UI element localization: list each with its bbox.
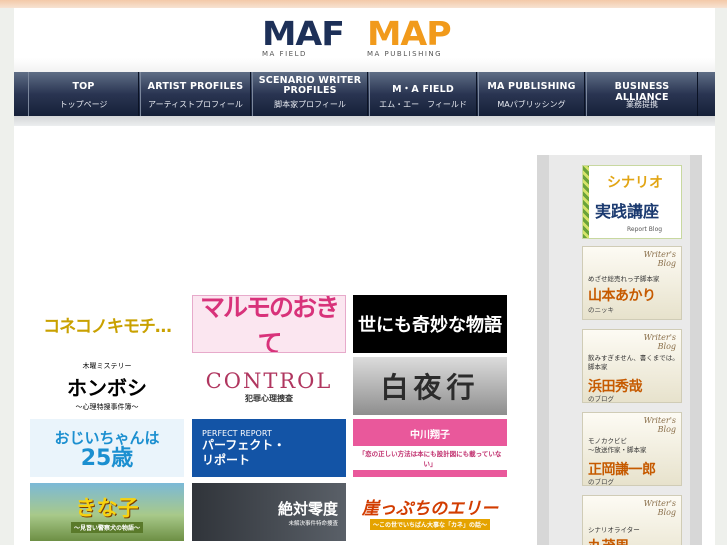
nav-artist-profiles-sublabel: アーティストプロフィール xyxy=(148,100,243,109)
blog-banner-marumo[interactable]: Writer'sBlog シナリオライター 丸茂周 xyxy=(582,495,682,545)
scenario-course-banner[interactable]: シナリオ 実践講座 Report Blog xyxy=(582,165,682,239)
blog-author-name: 山本あかり xyxy=(588,288,656,304)
nav-scenario-writer-profiles[interactable]: SCENARIO WRITER PROFILES 脚本家プロフィール xyxy=(252,72,368,116)
scenario-banner-line3: Report Blog xyxy=(627,226,663,233)
work-kinako-title: きな子 xyxy=(75,495,139,520)
work-control[interactable]: CONTROL 犯罪心理捜査 xyxy=(192,357,346,415)
work-byakuyakou[interactable]: 白夜行 xyxy=(353,357,507,415)
tag-line1: Writer's xyxy=(643,250,676,259)
scenario-banner-line1: シナリオ xyxy=(607,175,663,191)
work-honboshi-title: ホンボシ xyxy=(67,375,147,400)
blog-banner-masaoka[interactable]: Writer's Blog モノカクビビ 〜放送作家・脚本家 正岡謙一郎 のブログ xyxy=(582,412,682,486)
map-logo[interactable]: MAP MA PUBLISHING xyxy=(367,17,452,58)
work-koneko-no-kimochi[interactable]: コネコノキモチ… xyxy=(30,295,184,353)
blog-banner-yamamoto[interactable]: Writer's Blog めざせ総売れっ子脚本家 山本あかり のニッキ xyxy=(582,246,682,320)
work-honboshi-pre: 木曜ミステリー xyxy=(82,361,132,370)
tag-line2: Blog xyxy=(657,342,676,351)
nav-artist-profiles-label: ARTIST PROFILES xyxy=(147,81,244,92)
nav-top-label: TOP xyxy=(72,81,95,92)
writers-blog-tag: Writer's Blog xyxy=(644,416,676,434)
nav-ma-field-sublabel: エム・エー フィールド xyxy=(379,100,467,109)
nav-artist-profiles[interactable]: ARTIST PROFILES アーティストプロフィール xyxy=(140,72,251,116)
nav-scenario-writer-sublabel: 脚本家プロフィール xyxy=(274,100,346,109)
work-perfect-small: PERFECT REPORT xyxy=(202,428,272,438)
work-control-title: CONTROL xyxy=(205,368,333,393)
work-zettai-title: 絶対零度 xyxy=(277,499,338,518)
nav-ma-field[interactable]: M・A FIELD エム・エー フィールド xyxy=(369,72,477,116)
top-stripe xyxy=(0,0,727,8)
main-nav: TOP トップページ ARTIST PROFILES アーティストプロフィール … xyxy=(14,72,715,116)
tag-line2: Blog xyxy=(657,259,676,268)
nav-top[interactable]: TOP トップページ xyxy=(28,72,139,116)
work-honboshi[interactable]: 木曜ミステリー ホンボシ 〜心理特捜事件簿〜 xyxy=(30,357,184,415)
tag-line1: Writer's xyxy=(643,499,676,508)
nav-business-alliance-sublabel: 業務提携 xyxy=(626,100,658,109)
tag-line1: Writer's xyxy=(643,333,676,342)
blog-desc: シナリオライター xyxy=(588,526,640,534)
work-marumo-no-okite[interactable]: マルモのおきて xyxy=(192,295,346,353)
work-nakagawa-shoko[interactable]: 中川翔子 「恋の正しい方法は本にも設計図にも載っていない」 xyxy=(353,419,507,477)
work-gakeppuchi-no-elly[interactable]: 崖っぷちのエリー 〜この世でいちばん大事な「カネ」の話〜 xyxy=(353,483,507,541)
tag-line1: Writer's xyxy=(643,416,676,425)
work-koneko-title: コネコノキモチ… xyxy=(43,316,172,337)
maf-logo-mark: MAF xyxy=(262,14,345,53)
blog-author-name: 丸茂周 xyxy=(588,536,629,545)
work-perfect-title-1: パーフェクト・ xyxy=(202,437,286,452)
writers-blog-tag: Writer's Blog xyxy=(644,333,676,351)
work-ojii-title-2: 25歳 xyxy=(80,445,134,471)
work-ojii-title-1: おじいちゃんは xyxy=(54,428,160,447)
work-nakagawa-name: 中川翔子 xyxy=(410,430,450,441)
work-nakagawa-quote: 「恋の正しい方法は本にも設計図にも載っていない」 xyxy=(353,446,507,470)
sidebar: シナリオ 実践講座 Report Blog Writer's Blog めざせ総売… xyxy=(537,155,702,545)
work-perfect-report[interactable]: PERFECT REPORT パーフェクト・ リポート xyxy=(192,419,346,477)
work-kinako[interactable]: きな子 〜見習い警察犬の物語〜 xyxy=(30,483,184,541)
work-marumo-title: マルモのおきて xyxy=(199,295,340,353)
work-control-sub: 犯罪心理捜査 xyxy=(245,393,293,403)
blog-suffix: のニッキ xyxy=(588,306,614,314)
tag-line2: Blog xyxy=(657,425,676,434)
nav-ma-field-label: M・A FIELD xyxy=(392,84,454,95)
work-byakuya-title: 白夜行 xyxy=(380,371,480,404)
blog-suffix: のブログ xyxy=(588,478,614,486)
site-header: MAF MA FIELD MAP MA PUBLISHING xyxy=(14,8,715,58)
scenario-banner-line2: 実践講座 xyxy=(595,202,660,221)
nav-top-sublabel: トップページ xyxy=(59,100,108,109)
blog-banner-hamada[interactable]: Writer's Blog 飲みすぎません、書くまでは。 脚本家 浜田秀哉 のブロ… xyxy=(582,329,682,403)
work-gakeppuchi-sub: 〜この世でいちばん大事な「カネ」の話〜 xyxy=(369,519,490,530)
banner-stripe xyxy=(583,166,589,238)
work-zettai-sub: 未解決事件特命捜査 xyxy=(288,520,338,527)
work-honboshi-sub: 〜心理特捜事件簿〜 xyxy=(75,402,139,411)
blog-suffix: のブログ xyxy=(588,395,614,403)
work-yonimo-title: 世にも奇妙な物語 xyxy=(358,315,502,336)
writers-blog-tag: Writer's Blog xyxy=(644,499,676,517)
blog-desc: 飲みすぎません、書くまでは。 xyxy=(588,354,679,362)
nav-ma-publishing[interactable]: MA PUBLISHING MAパブリッシング xyxy=(478,72,585,116)
work-perfect-title-2: リポート xyxy=(202,452,251,467)
maf-logo[interactable]: MAF MA FIELD xyxy=(262,17,345,58)
work-kinako-sub: 〜見習い警察犬の物語〜 xyxy=(70,521,143,533)
writers-blog-tag: Writer's Blog xyxy=(644,250,676,268)
blog-desc-2: 〜放送作家・脚本家 xyxy=(588,446,647,454)
work-ojiichan-25[interactable]: おじいちゃんは 25歳 xyxy=(30,419,184,477)
nav-ma-publishing-sublabel: MAパブリッシング xyxy=(497,100,566,109)
sidebar-panel: シナリオ 実践講座 Report Blog Writer's Blog めざせ総売… xyxy=(549,155,690,545)
nav-business-alliance[interactable]: BUSINESS ALLIANCE 業務提携 xyxy=(586,72,698,116)
map-logo-mark: MAP xyxy=(367,14,452,53)
nav-scenario-writer-label-2: PROFILES xyxy=(283,85,337,96)
nav-ma-publishing-label: MA PUBLISHING xyxy=(487,81,576,92)
blog-desc: モノカクビビ xyxy=(588,437,627,445)
work-yonimo-kimyou[interactable]: 世にも奇妙な物語 xyxy=(353,295,507,353)
blog-desc: めざせ総売れっ子脚本家 xyxy=(588,275,660,283)
work-zettai-reido[interactable]: 絶対零度 未解決事件特命捜査 xyxy=(192,483,346,541)
tag-line2: Blog xyxy=(657,508,676,517)
work-gakeppuchi-title: 崖っぷちのエリー xyxy=(361,499,499,519)
blog-desc-2: 脚本家 xyxy=(588,363,608,371)
